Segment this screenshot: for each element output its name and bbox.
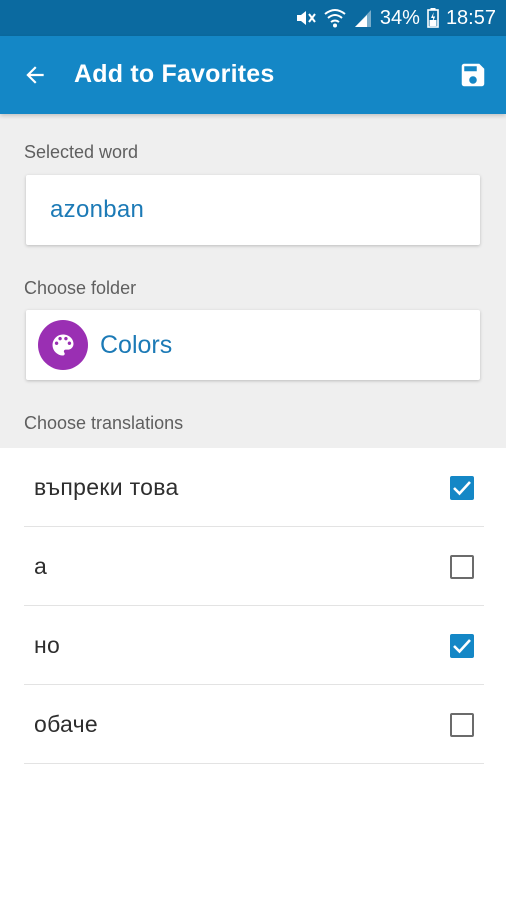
folder-name: Colors — [100, 330, 173, 359]
translation-row[interactable]: но — [24, 606, 484, 685]
translations-list: въпреки това а но обаче — [0, 448, 506, 764]
battery-icon — [427, 8, 439, 28]
back-button[interactable] — [18, 58, 52, 92]
save-button[interactable] — [456, 58, 490, 92]
translation-checkbox[interactable] — [450, 476, 474, 500]
translation-row[interactable]: а — [24, 527, 484, 606]
translation-text: но — [34, 631, 61, 658]
translation-text: въпреки това — [34, 473, 179, 500]
checkmark-icon — [453, 481, 471, 496]
translation-text: а — [34, 552, 48, 579]
arrow-back-icon — [26, 66, 44, 84]
status-bar: 34% 18:57 — [0, 0, 506, 36]
translation-row[interactable]: въпреки това — [24, 448, 484, 527]
choose-translations-label: Choose translations — [24, 413, 184, 433]
signal-icon — [353, 8, 373, 28]
choose-folder-label: Choose folder — [24, 278, 137, 298]
translation-text: обаче — [34, 710, 98, 737]
translation-checkbox[interactable] — [450, 555, 474, 579]
wifi-icon — [324, 8, 346, 28]
page-title: Add to Favorites — [74, 60, 275, 88]
selected-word-value: azonban — [50, 196, 145, 223]
save-icon — [461, 63, 485, 87]
folder-selector[interactable]: Colors — [26, 310, 480, 380]
form-area: Selected word azonban Choose folder Colo… — [0, 114, 506, 448]
selected-word-field[interactable]: azonban — [26, 175, 480, 245]
battery-percent: 34% — [379, 6, 420, 29]
clock: 18:57 — [445, 6, 496, 29]
checkmark-icon — [453, 639, 471, 654]
translation-checkbox[interactable] — [450, 713, 474, 737]
translation-checkbox[interactable] — [450, 634, 474, 658]
mute-icon — [295, 8, 317, 28]
translation-row[interactable]: обаче — [24, 685, 484, 764]
app-bar: Add to Favorites — [0, 36, 506, 114]
selected-word-label: Selected word — [24, 142, 139, 162]
palette-icon — [38, 320, 88, 370]
